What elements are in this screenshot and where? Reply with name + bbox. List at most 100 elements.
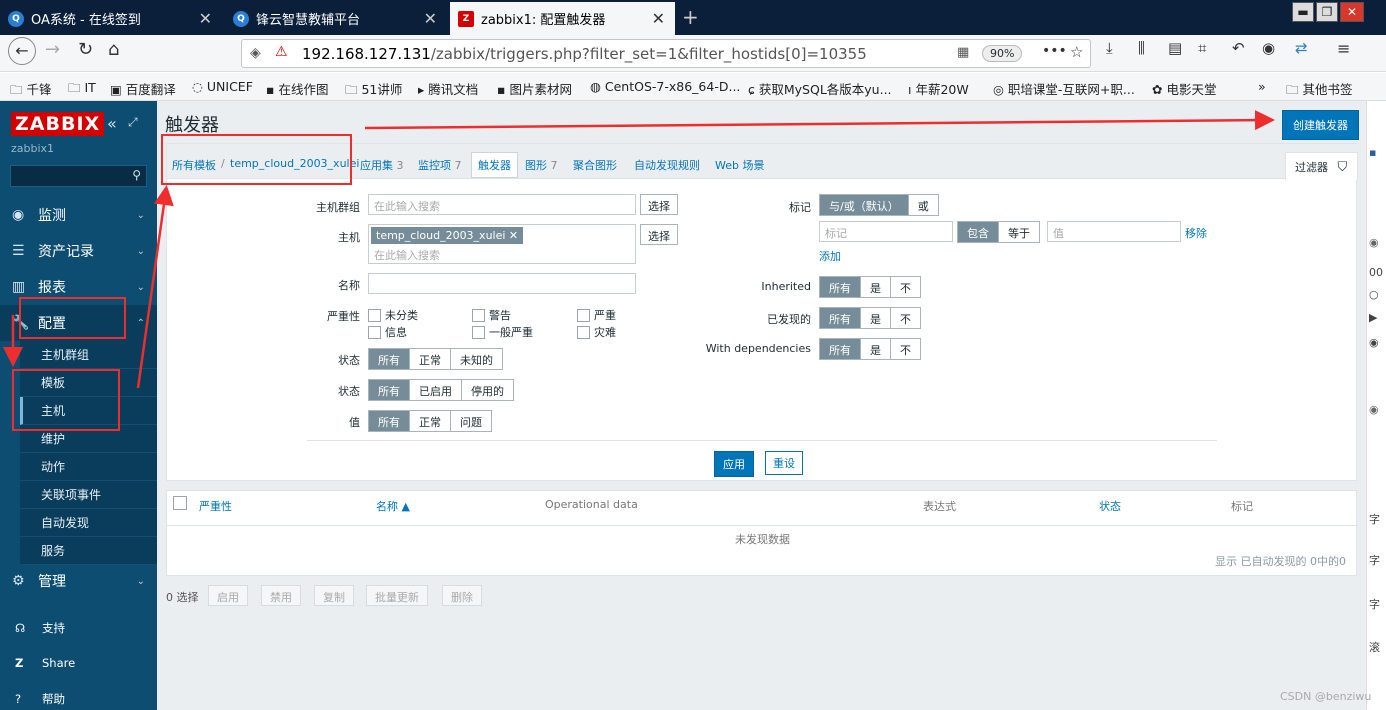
bookmark-item[interactable]: ▣ 百度翻译 <box>110 79 176 98</box>
tab-items[interactable]: 监控项 7 <box>418 157 462 173</box>
sidebar-item-hostgroups[interactable]: 主机群组 <box>20 341 157 369</box>
severity-checkbox[interactable]: 严重 <box>577 307 616 323</box>
menu-admin[interactable]: ⚙ 管理 ⌄ <box>0 563 157 599</box>
remove-tag-link[interactable]: 移除 <box>1185 225 1207 241</box>
browser-tab[interactable]: Q OA系统 - 在线签到 ✕ <box>0 2 222 35</box>
tab-triggers[interactable]: 触发器 <box>471 152 518 178</box>
add-tag-link[interactable]: 添加 <box>819 248 841 264</box>
bookmark-item[interactable]: ı 年薪20W <box>908 79 969 98</box>
tab-web-scenarios[interactable]: Web 场景 <box>715 157 764 173</box>
apply-button[interactable]: 应用 <box>714 451 754 477</box>
tab-screens[interactable]: 聚合图形 <box>573 157 617 173</box>
host-select-button[interactable]: 选择 <box>640 224 678 245</box>
bookmark-item[interactable]: 🗀 IT <box>68 79 96 100</box>
browser-tab-active[interactable]: Zzabbix1: 配置触发器 ✕ <box>450 2 675 35</box>
help-link[interactable]: ? 帮助 <box>0 691 65 707</box>
support-link[interactable]: ☊ 支持 <box>0 620 65 636</box>
collapse-icon[interactable]: « <box>107 114 117 133</box>
share-link[interactable]: Z Share <box>0 656 75 670</box>
tag-name-input[interactable]: 标记 <box>819 221 953 242</box>
severity-checkbox[interactable]: 灾难 <box>577 324 616 340</box>
close-icon[interactable]: ✕ <box>652 9 665 28</box>
sidebar-item-actions[interactable]: 动作 <box>20 453 157 481</box>
col-severity[interactable]: 严重性 <box>199 498 232 514</box>
extension-icon[interactable]: ◉ <box>1262 39 1275 57</box>
tab-applications[interactable]: 应用集 3 <box>360 157 404 173</box>
bookmark-item[interactable]: ✿ 电影天堂 <box>1152 79 1216 98</box>
bookmarks-overflow-icon[interactable]: » <box>1258 79 1266 94</box>
menu-icon[interactable]: ≡ <box>1337 39 1350 58</box>
bookmark-item[interactable]: 🗀 千锋 <box>10 79 52 102</box>
screenshot-icon[interactable]: ⌗ <box>1198 39 1206 57</box>
bookmark-item[interactable]: ▪ 在线作图 <box>266 79 328 98</box>
col-name[interactable]: 名称 ▲ <box>376 498 410 514</box>
sidebar-item-correlation[interactable]: 关联项事件 <box>20 481 157 509</box>
host-group-input[interactable]: 在此输入搜索 <box>368 194 636 215</box>
window-close-icon[interactable]: ✕ <box>1340 2 1364 22</box>
sidebar-icon[interactable]: ▤ <box>1168 39 1182 57</box>
zoom-level[interactable]: 90% <box>982 45 1023 62</box>
select-all-checkbox[interactable] <box>173 496 187 510</box>
sidebar-item-services[interactable]: 服务 <box>20 537 157 565</box>
qr-icon[interactable]: ▦ <box>957 45 969 60</box>
undo-icon[interactable]: ↶ <box>1232 39 1245 57</box>
copy-button[interactable]: 复制 <box>314 585 354 606</box>
bookmark-item[interactable]: 🗀 51讲师 <box>345 79 402 102</box>
bookmark-item[interactable]: ◌ UNICEF <box>192 79 253 94</box>
reset-button[interactable]: 重设 <box>765 451 803 475</box>
reload-icon[interactable]: ↻ <box>78 39 93 60</box>
download-icon[interactable]: ⤓ <box>1106 39 1113 57</box>
menu-reports[interactable]: ▥ 报表 ⌄ <box>0 269 157 305</box>
close-icon[interactable]: ✕ <box>199 9 212 28</box>
discovered-segmented[interactable]: 所有是不 <box>819 307 921 329</box>
status-segmented[interactable]: 所有 已启用 停用的 <box>368 379 514 401</box>
host-group-select-button[interactable]: 选择 <box>640 194 678 215</box>
tab-graphs[interactable]: 图形 7 <box>525 157 558 173</box>
kiosk-icon[interactable]: ⤢ <box>128 115 138 130</box>
sidebar-item-maintenance[interactable]: 维护 <box>20 425 157 453</box>
bookmark-item[interactable]: ɕ 获取MySQL各版本yu... <box>748 79 892 98</box>
host-multiselect[interactable]: temp_cloud_2003_xulei ✕ 在此输入搜索 <box>368 224 636 264</box>
filter-tab[interactable]: 过滤器 ⛉ <box>1285 152 1358 180</box>
sidebar-search-input[interactable]: ⚲ <box>10 165 147 187</box>
menu-inventory[interactable]: ☰ 资产记录 ⌄ <box>0 233 157 269</box>
mass-update-button[interactable]: 批量更新 <box>366 585 428 606</box>
tag-match-segmented[interactable]: 包含 等于 <box>957 221 1040 243</box>
browser-tab[interactable]: Q 锋云智慧教辅平台 ✕ <box>225 2 447 35</box>
library-icon[interactable]: ⫼ <box>1138 39 1145 57</box>
sidebar-item-templates[interactable]: 模板 <box>20 369 157 397</box>
sync-icon[interactable]: ⇄ <box>1295 39 1308 57</box>
bookmark-item[interactable]: 🗀 其他书签 <box>1286 79 1353 102</box>
sidebar-item-hosts[interactable]: 主机 <box>20 397 157 425</box>
bookmark-item[interactable]: ▪ 图片素材网 <box>497 79 572 98</box>
more-icon[interactable]: ••• <box>1042 43 1067 59</box>
star-icon[interactable]: ☆ <box>1070 43 1083 61</box>
delete-button[interactable]: 删除 <box>442 585 482 606</box>
tab-discovery-rules[interactable]: 自动发现规则 <box>634 157 700 173</box>
state-segmented[interactable]: 所有 正常 未知的 <box>368 348 503 370</box>
name-input[interactable] <box>368 273 636 294</box>
bookmark-item[interactable]: ▸ 腾讯文档 <box>418 79 478 98</box>
enable-button[interactable]: 启用 <box>208 585 248 606</box>
disable-button[interactable]: 禁用 <box>261 585 301 606</box>
zabbix-logo[interactable]: ZABBIX <box>11 112 105 136</box>
severity-checkbox[interactable]: 一般严重 <box>472 324 533 340</box>
bookmark-item[interactable]: ◍ CentOS-7-x86_64-D... <box>590 79 740 94</box>
breadcrumb-template[interactable]: temp_cloud_2003_xulei <box>230 157 359 170</box>
severity-checkbox[interactable]: 未分类 <box>368 307 418 323</box>
url-bar[interactable]: ◈ ⚠ 192.168.127.131/zabbix/triggers.php?… <box>241 39 1091 68</box>
search-icon[interactable]: ⚲ <box>132 168 141 182</box>
create-trigger-button[interactable]: 创建触发器 <box>1282 110 1359 140</box>
forward-icon[interactable]: → <box>45 39 60 60</box>
remove-chip-icon[interactable]: ✕ <box>509 229 518 242</box>
tag-operator-segmented[interactable]: 与/或（默认）或 <box>819 194 939 216</box>
menu-config[interactable]: 🔧 配置 ⌃ <box>0 305 157 341</box>
severity-checkbox[interactable]: 信息 <box>368 324 407 340</box>
back-icon[interactable]: ← <box>8 37 36 65</box>
home-icon[interactable]: ⌂ <box>108 39 119 60</box>
sidebar-item-discovery[interactable]: 自动发现 <box>20 509 157 537</box>
minimize-icon[interactable]: ▬ <box>1292 2 1314 22</box>
dependencies-segmented[interactable]: 所有是不 <box>819 338 921 360</box>
new-tab-icon[interactable]: + <box>682 5 699 29</box>
restore-icon[interactable]: ❐ <box>1316 2 1338 22</box>
